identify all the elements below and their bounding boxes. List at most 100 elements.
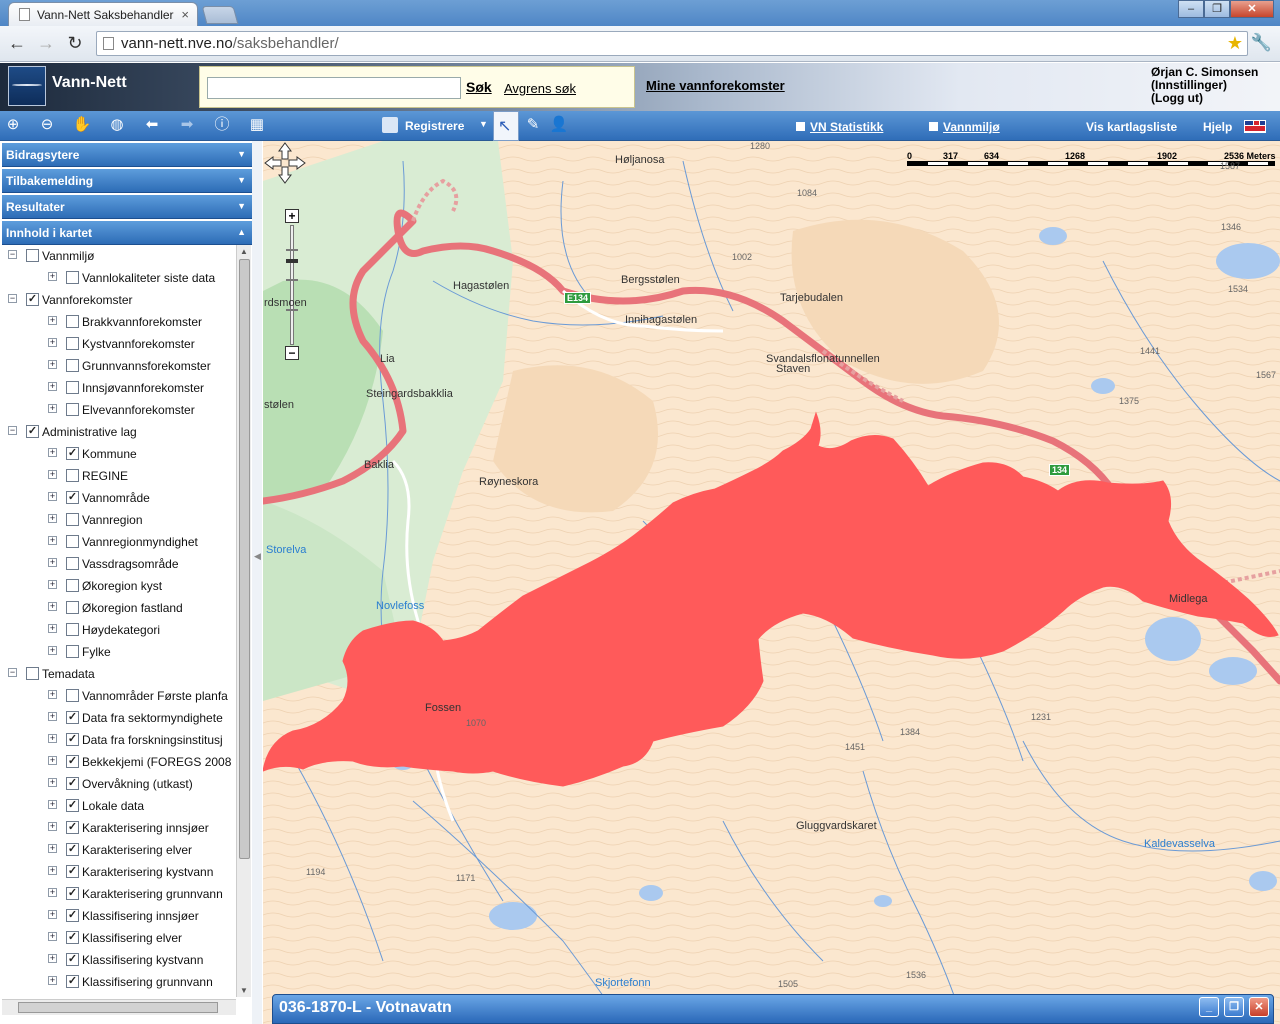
layer-checkbox[interactable]: [66, 381, 79, 394]
layer-checkbox[interactable]: ✓: [66, 887, 79, 900]
expand-icon[interactable]: +: [48, 580, 57, 589]
zoom-handle[interactable]: [286, 259, 298, 263]
advanced-search-link[interactable]: Avgrens søk: [504, 81, 576, 96]
expand-icon[interactable]: +: [48, 360, 57, 369]
register-menu[interactable]: Registrere: [405, 119, 464, 133]
layer-checkbox[interactable]: ✓: [66, 843, 79, 856]
scroll-up-icon[interactable]: ▲: [240, 247, 248, 256]
back-arrow-icon[interactable]: ←: [6, 33, 28, 54]
layer-checkbox[interactable]: ✓: [66, 931, 79, 944]
layer-checkbox[interactable]: ✓: [66, 755, 79, 768]
collapse-icon[interactable]: −: [8, 250, 17, 259]
layer-checkbox[interactable]: ✓: [66, 953, 79, 966]
close-icon[interactable]: ✕: [1249, 997, 1269, 1017]
expand-icon[interactable]: +: [48, 778, 57, 787]
expand-icon[interactable]: +: [48, 316, 57, 325]
layer-checkbox[interactable]: [26, 249, 39, 262]
layer-tree-horizontal-scrollbar[interactable]: [2, 999, 236, 1015]
layer-checkbox[interactable]: [66, 623, 79, 636]
minimize-window-button[interactable]: –: [1178, 0, 1204, 18]
expand-icon[interactable]: +: [48, 756, 57, 765]
maximize-icon[interactable]: ❐: [1224, 997, 1244, 1017]
expand-icon[interactable]: +: [48, 646, 57, 655]
wrench-icon[interactable]: 🔧: [1251, 33, 1272, 53]
layer-checkbox[interactable]: [26, 667, 39, 680]
expand-icon[interactable]: +: [48, 492, 57, 501]
logout-link[interactable]: (Logg ut): [1151, 92, 1258, 105]
section-results[interactable]: Resultater ▼: [2, 195, 252, 219]
expand-icon[interactable]: +: [48, 954, 57, 963]
address-bar[interactable]: vann-nett.nve.no/saksbehandler/ ★: [96, 31, 1248, 56]
layer-checkbox[interactable]: [66, 513, 79, 526]
section-feedback[interactable]: Tilbakemelding ▼: [2, 169, 252, 193]
info-icon[interactable]: ⓘ: [212, 115, 232, 135]
expand-icon[interactable]: +: [48, 624, 57, 633]
layer-checkbox[interactable]: [66, 337, 79, 350]
back-arrow-icon[interactable]: ⬅: [142, 115, 162, 135]
layer-checkbox[interactable]: ✓: [26, 293, 39, 306]
expand-icon[interactable]: +: [48, 558, 57, 567]
panel-splitter[interactable]: ◀: [252, 141, 262, 1024]
expand-icon[interactable]: +: [48, 866, 57, 875]
forward-arrow-icon[interactable]: →: [35, 33, 57, 54]
layer-list-button[interactable]: Vis kartlagsliste: [1086, 120, 1177, 134]
expand-icon[interactable]: +: [48, 976, 57, 985]
layer-checkbox[interactable]: ✓: [66, 733, 79, 746]
expand-icon[interactable]: +: [48, 800, 57, 809]
layer-checkbox[interactable]: ✓: [66, 975, 79, 988]
scrollbar-thumb[interactable]: [239, 259, 250, 859]
zoom-plus-button[interactable]: +: [285, 209, 299, 223]
help-button[interactable]: Hjelp: [1203, 120, 1232, 134]
browser-tab[interactable]: Vann-Nett Saksbehandler ×: [8, 2, 198, 26]
zoom-minus-button[interactable]: −: [285, 346, 299, 360]
layer-checkbox[interactable]: [66, 359, 79, 372]
globe-zoom-icon[interactable]: ◍: [107, 115, 127, 135]
map-canvas[interactable]: 0 317 634 1268 1902 2536 Meters + − Hølj…: [263, 141, 1280, 1024]
layer-checkbox[interactable]: [66, 469, 79, 482]
waterbody-info-window[interactable]: 036-1870-L - Votnavatn _ ❐ ✕: [272, 994, 1274, 1024]
expand-icon[interactable]: +: [48, 448, 57, 457]
layer-checkbox[interactable]: [66, 535, 79, 548]
expand-icon[interactable]: +: [48, 536, 57, 545]
scroll-down-icon[interactable]: ▼: [240, 986, 248, 995]
pan-control-icon[interactable]: [263, 141, 307, 185]
layer-checkbox[interactable]: ✓: [66, 491, 79, 504]
layer-checkbox[interactable]: [66, 403, 79, 416]
expand-icon[interactable]: +: [48, 734, 57, 743]
expand-icon[interactable]: +: [48, 514, 57, 523]
layer-checkbox[interactable]: ✓: [26, 425, 39, 438]
layer-checkbox[interactable]: [66, 315, 79, 328]
zoom-slider[interactable]: + −: [283, 209, 301, 361]
minimize-icon[interactable]: _: [1199, 997, 1219, 1017]
scrollbar-thumb[interactable]: [18, 1002, 218, 1013]
add-user-icon[interactable]: 👤: [549, 115, 569, 135]
expand-icon[interactable]: +: [48, 822, 57, 831]
expand-icon[interactable]: +: [48, 404, 57, 413]
collapse-icon[interactable]: −: [8, 294, 17, 303]
layer-tree-vertical-scrollbar[interactable]: ▲ ▼: [236, 245, 251, 997]
layer-checkbox[interactable]: [66, 579, 79, 592]
expand-icon[interactable]: +: [48, 932, 57, 941]
my-waterbodies-link[interactable]: Mine vannforekomster: [646, 78, 785, 93]
section-map-contents[interactable]: Innhold i kartet ▲: [2, 221, 252, 245]
zoom-out-icon[interactable]: ⊖: [37, 115, 57, 135]
zoom-rail[interactable]: [290, 225, 294, 345]
bookmark-star-icon[interactable]: ★: [1227, 33, 1243, 54]
expand-icon[interactable]: +: [48, 712, 57, 721]
reload-icon[interactable]: ↻: [64, 33, 86, 54]
close-window-button[interactable]: ✕: [1230, 0, 1274, 18]
expand-icon[interactable]: +: [48, 844, 57, 853]
vn-statistics-link[interactable]: VN Statistikk: [796, 120, 883, 134]
layer-checkbox[interactable]: ✓: [66, 909, 79, 922]
expand-icon[interactable]: +: [48, 470, 57, 479]
search-button[interactable]: Søk: [466, 79, 492, 95]
expand-icon[interactable]: +: [48, 888, 57, 897]
expand-icon[interactable]: +: [48, 338, 57, 347]
select-waterbody-tool[interactable]: ↖: [493, 111, 519, 141]
layer-checkbox[interactable]: ✓: [66, 777, 79, 790]
forward-arrow-icon[interactable]: ➡: [177, 115, 197, 135]
restore-window-button[interactable]: ❐: [1204, 0, 1230, 18]
expand-icon[interactable]: +: [48, 382, 57, 391]
new-tab-button[interactable]: [201, 6, 239, 24]
section-contributors[interactable]: Bidragsytere ▼: [2, 143, 252, 167]
